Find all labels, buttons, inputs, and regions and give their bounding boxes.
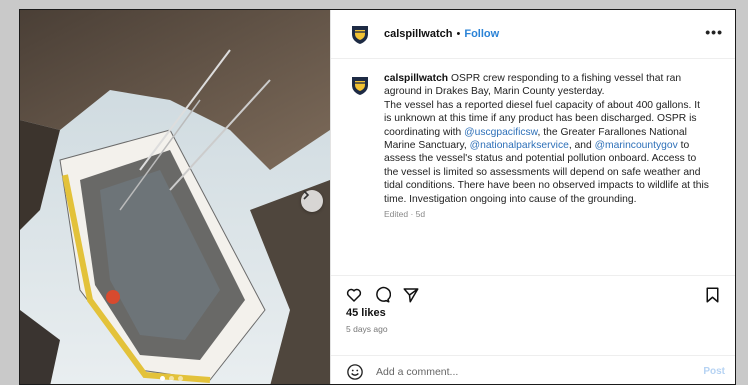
caption-username[interactable]: calspillwatch: [384, 73, 448, 84]
ospr-badge-icon[interactable]: [349, 74, 371, 96]
post-details-panel: calspillwatch • Follow ••• calspillwatch…: [330, 10, 735, 384]
bookmark-icon[interactable]: [704, 286, 721, 304]
edited-timestamp: Edited · 5d: [384, 209, 426, 220]
ospr-badge-icon[interactable]: [349, 23, 371, 45]
carousel-next-button[interactable]: [301, 190, 323, 212]
post-comment-button[interactable]: Post: [703, 366, 725, 377]
chevron-right-icon: [303, 190, 310, 200]
comment-bubble-icon[interactable]: [373, 286, 391, 304]
smiley-icon[interactable]: [346, 363, 364, 381]
caption-text: calspillwatch OSPR crew responding to a …: [384, 72, 710, 206]
follow-button[interactable]: Follow: [464, 28, 499, 40]
post-photo[interactable]: [20, 10, 330, 384]
separator-dot: •: [456, 28, 461, 40]
action-bar: [331, 275, 735, 310]
carousel-dot: [169, 376, 174, 381]
mention-link[interactable]: @uscgpacificsw: [464, 127, 537, 138]
likes-count[interactable]: 45 likes: [346, 307, 386, 319]
header-username[interactable]: calspillwatch: [384, 28, 452, 40]
caption-block: calspillwatch OSPR crew responding to a …: [331, 72, 735, 219]
paper-plane-icon[interactable]: [402, 286, 420, 304]
mention-link[interactable]: @marincountygov: [595, 140, 678, 151]
grounded-vessel-image: [20, 10, 330, 384]
instagram-post-window: calspillwatch • Follow ••• calspillwatch…: [19, 9, 736, 385]
carousel-indicator: [160, 376, 183, 381]
heart-icon[interactable]: [345, 286, 363, 304]
mention-link[interactable]: @nationalparkservice: [470, 140, 569, 151]
comment-bar: Post: [331, 355, 735, 384]
carousel-dot: [160, 376, 165, 381]
more-options-button[interactable]: •••: [705, 24, 723, 40]
caption-line: , and: [568, 140, 595, 152]
post-header: calspillwatch • Follow •••: [331, 10, 735, 59]
comment-input[interactable]: [376, 365, 676, 378]
post-time[interactable]: 5 days ago: [346, 324, 388, 334]
carousel-dot: [178, 376, 183, 381]
